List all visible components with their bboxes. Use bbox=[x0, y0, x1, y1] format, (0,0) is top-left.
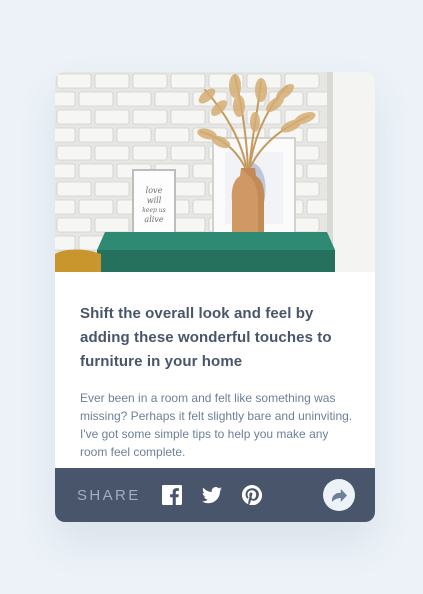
svg-text:alive: alive bbox=[144, 215, 163, 224]
svg-text:will: will bbox=[147, 196, 162, 205]
pinterest-icon[interactable] bbox=[241, 484, 263, 506]
facebook-icon[interactable] bbox=[161, 484, 183, 506]
twitter-icon[interactable] bbox=[201, 484, 223, 506]
article-title: Shift the overall look and feel by addin… bbox=[80, 305, 332, 370]
article-card: love will keep us alive Shift the overal… bbox=[55, 72, 375, 522]
share-bar: SHARE bbox=[55, 468, 375, 522]
share-button[interactable] bbox=[323, 479, 355, 511]
svg-text:keep us: keep us bbox=[142, 207, 165, 214]
article-excerpt: Ever been in a room and felt like someth… bbox=[80, 391, 353, 459]
svg-text:love: love bbox=[146, 186, 163, 195]
article-hero-image: love will keep us alive bbox=[55, 72, 375, 272]
share-arrow-icon bbox=[331, 488, 347, 502]
share-label: SHARE bbox=[77, 486, 141, 504]
